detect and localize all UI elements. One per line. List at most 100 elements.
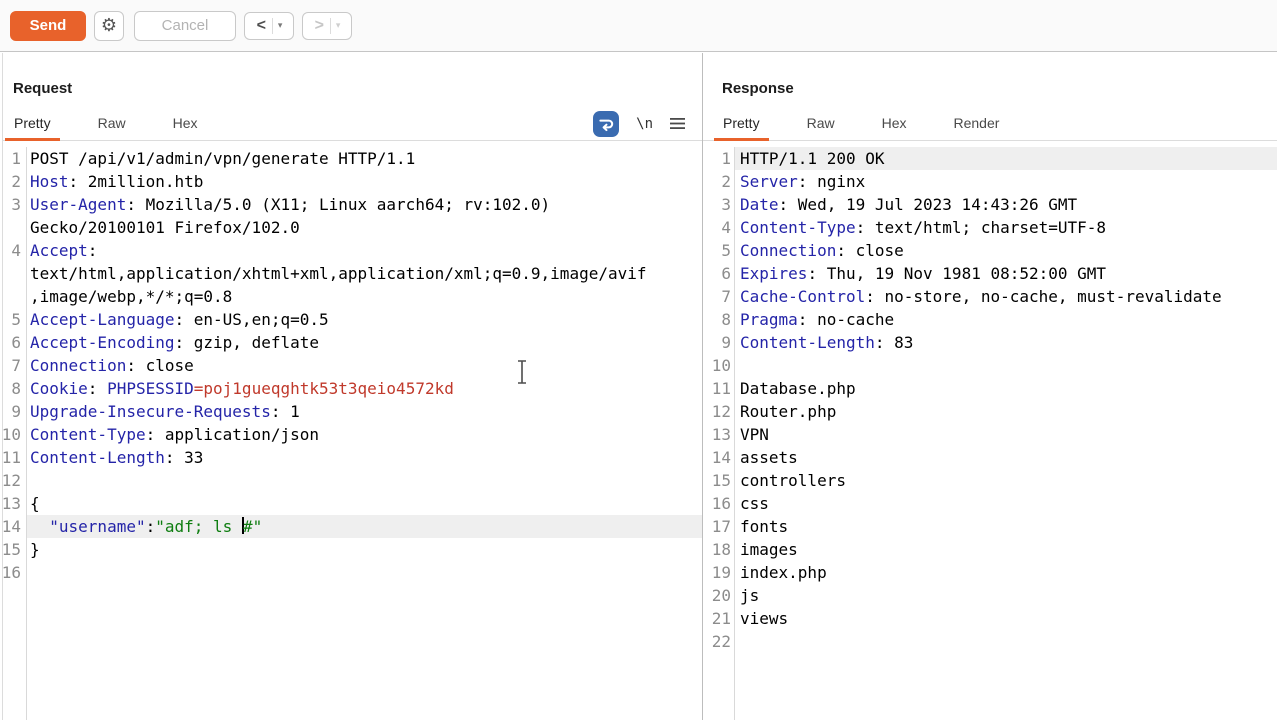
next-request-button: > ▾ (302, 12, 352, 40)
line-number: 14 (3, 515, 21, 538)
code-segment: views (740, 609, 788, 628)
line-number: 19 (703, 561, 731, 584)
nonprinting-chars-icon[interactable]: \n (636, 116, 653, 132)
response-tab-render[interactable]: Render (945, 107, 1009, 140)
request-editor[interactable]: 1POST /api/v1/admin/vpn/generate HTTP/1.… (3, 147, 702, 720)
line-number: 22 (703, 630, 731, 653)
code-segment: : en-US,en;q=0.5 (175, 310, 329, 329)
response-tab-raw[interactable]: Raw (798, 107, 844, 140)
code-line: 4Accept: text/html,application/xhtml+xml… (3, 239, 702, 308)
line-number: 21 (703, 607, 731, 630)
line-number: 9 (703, 331, 731, 354)
code-line: 20js (703, 584, 1277, 607)
code-segment: fonts (740, 517, 788, 536)
code-segment: "username" (49, 517, 145, 536)
code-line: 15 controllers (703, 469, 1277, 492)
code-segment: Host (30, 172, 69, 191)
code-segment: js (740, 586, 759, 605)
code-line: 9Upgrade-Insecure-Requests: 1 (3, 400, 702, 423)
line-number: 1 (703, 147, 731, 170)
line-number: 14 (703, 446, 731, 469)
code-segment: #" (243, 517, 262, 536)
code-line: 17fonts (703, 515, 1277, 538)
line-number: 15 (703, 469, 731, 492)
prev-arrow-icon[interactable]: < (251, 17, 272, 35)
code-segment: index.php (740, 563, 827, 582)
code-line: 10 (703, 354, 1277, 377)
code-segment: VPN (740, 425, 769, 444)
code-segment: : 2million.htb (69, 172, 204, 191)
line-number: 4 (3, 239, 21, 262)
code-line: 16 (3, 561, 702, 584)
prev-request-button[interactable]: < ▾ (244, 12, 294, 40)
code-segment: : 33 (165, 448, 204, 467)
code-segment: Content-Length (740, 333, 875, 352)
line-number: 5 (3, 308, 21, 331)
line-number: 3 (3, 193, 21, 216)
next-arrow-icon: > (309, 17, 330, 35)
code-segment: Content-Length (30, 448, 165, 467)
code-segment: : no-store, no-cache, must-revalidate (865, 287, 1221, 306)
code-line: 6Accept-Encoding: gzip, deflate (3, 331, 702, 354)
code-segment: Database.php (740, 379, 856, 398)
code-line: 13 { (3, 492, 702, 515)
code-line: 8Pragma: no-cache (703, 308, 1277, 331)
send-button[interactable]: Send (10, 11, 86, 41)
line-number: 7 (3, 354, 21, 377)
code-line: 16css (703, 492, 1277, 515)
code-line: 1HTTP/1.1 200 OK (703, 147, 1277, 170)
code-segment: Content-Type (740, 218, 856, 237)
request-tab-pretty[interactable]: Pretty (5, 107, 60, 140)
response-tabbar: Pretty Raw Hex Render (703, 107, 1277, 141)
line-number: 13 (3, 492, 21, 515)
gear-icon: ⚙ (101, 15, 117, 36)
response-viewer[interactable]: 1HTTP/1.1 200 OK2Server: nginx3Date: Wed… (703, 147, 1277, 720)
code-segment: : gzip, deflate (175, 333, 320, 352)
code-segment: : text/html,application/xhtml+xml,applic… (30, 241, 647, 306)
code-segment: } (30, 540, 40, 559)
code-segment: controllers (740, 471, 846, 490)
line-number: 11 (703, 377, 731, 400)
code-segment: css (740, 494, 769, 513)
code-segment: : 83 (875, 333, 914, 352)
response-panel-title: Response (722, 80, 794, 97)
code-line: 3User-Agent: Mozilla/5.0 (X11; Linux aar… (3, 193, 702, 239)
response-tab-pretty[interactable]: Pretty (714, 107, 769, 140)
next-history-dropdown-icon: ▾ (331, 20, 346, 31)
line-number: 10 (3, 423, 21, 446)
code-line: 8Cookie: PHPSESSID=poj1gueqghtk53t3qeio4… (3, 377, 702, 400)
cancel-button[interactable]: Cancel (134, 11, 236, 41)
send-settings-button[interactable]: ⚙ (94, 11, 124, 41)
code-line: 11 Database.php (703, 377, 1277, 400)
prev-history-dropdown-icon[interactable]: ▾ (273, 20, 288, 31)
code-line: 12 (3, 469, 702, 492)
code-line: 9 Content-Length: 83 (703, 331, 1277, 354)
request-tabbar: Pretty Raw Hex \n (3, 107, 702, 141)
code-segment: Connection (30, 356, 126, 375)
line-number: 12 (3, 469, 21, 492)
code-line: 15} (3, 538, 702, 561)
code-segment: { (30, 494, 40, 513)
code-segment: Accept-Language (30, 310, 175, 329)
wrap-lines-icon[interactable] (593, 111, 619, 137)
line-number: 2 (3, 170, 21, 193)
code-segment: Content-Type (30, 425, 146, 444)
code-segment: PHPSESSID (107, 379, 194, 398)
code-segment: : Wed, 19 Jul 2023 14:43:26 GMT (779, 195, 1078, 214)
code-line: 3Date: Wed, 19 Jul 2023 14:43:26 GMT (703, 193, 1277, 216)
line-number: 11 (3, 446, 21, 469)
code-line: 14assets (703, 446, 1277, 469)
response-tab-hex[interactable]: Hex (873, 107, 916, 140)
code-line: 11 Content-Length: 33 (3, 446, 702, 469)
code-segment: User-Agent (30, 195, 126, 214)
code-line: 1POST /api/v1/admin/vpn/generate HTTP/1.… (3, 147, 702, 170)
code-line: 22 (703, 630, 1277, 653)
request-tab-hex[interactable]: Hex (164, 107, 207, 140)
line-number: 6 (3, 331, 21, 354)
code-segment: : (88, 379, 107, 398)
request-tab-raw[interactable]: Raw (89, 107, 135, 140)
code-segment: Pragma (740, 310, 798, 329)
code-segment: Router.php (740, 402, 836, 421)
menu-icon[interactable] (670, 117, 685, 130)
line-number: 3 (703, 193, 731, 216)
